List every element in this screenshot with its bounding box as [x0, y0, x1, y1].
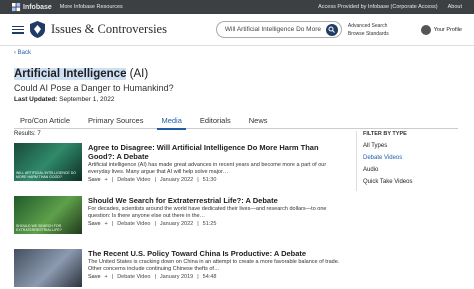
- more-resources-link[interactable]: More Infobase Resources: [60, 4, 123, 10]
- page-subtitle: Could AI Pose a Danger to Humankind?: [14, 83, 174, 93]
- search-icon[interactable]: [325, 23, 338, 36]
- page-title-main: Artificial Intelligence: [14, 68, 127, 80]
- item-date: January 2022: [159, 177, 194, 183]
- separator: |: [111, 274, 114, 280]
- access-text: Access Provided by Infobase (Corporate A…: [318, 4, 438, 10]
- item-meta: Save + | Debate Video | January 2022 | 5…: [88, 177, 344, 183]
- plus-icon[interactable]: +: [105, 274, 108, 280]
- user-icon: [420, 24, 431, 35]
- filter-heading: FILTER BY TYPE: [363, 131, 407, 137]
- tab-news[interactable]: News: [243, 115, 274, 129]
- filter-all-types[interactable]: All Types: [363, 143, 458, 149]
- last-updated: Last Updated: September 1, 2022: [14, 96, 174, 103]
- hamburger-menu-icon[interactable]: [12, 24, 24, 36]
- video-thumbnail[interactable]: SHOULD WE SEARCH FOR EXTRATERRESTRIAL LI…: [14, 196, 82, 234]
- item-date: January 2022: [159, 221, 194, 227]
- item-date: January 2019: [159, 274, 194, 280]
- item-description: Artificial intelligence (AI) has made gr…: [88, 162, 327, 175]
- item-meta: Save + | Debate Video | January 2022 | 5…: [88, 221, 344, 227]
- last-updated-value: September 1, 2022: [57, 96, 115, 103]
- save-button[interactable]: Save: [88, 177, 101, 183]
- page-title-abbr: (AI): [126, 68, 149, 80]
- separator: |: [154, 177, 156, 183]
- content-tabs: Pro/Con Article Primary Sources Media Ed…: [14, 115, 458, 130]
- item-duration: 51:30: [202, 177, 217, 183]
- filter-sidebar: FILTER BY TYPE All Types Debate Videos A…: [356, 131, 458, 191]
- item-title-link[interactable]: Agree to Disagree: Will Artificial Intel…: [88, 143, 344, 161]
- filter-audio[interactable]: Audio: [363, 167, 458, 173]
- plus-icon[interactable]: +: [105, 221, 108, 227]
- item-info: The Recent U.S. Policy Toward China Is P…: [88, 249, 344, 289]
- infobase-logo[interactable]: Infobase: [12, 2, 52, 12]
- about-link[interactable]: About: [448, 4, 462, 10]
- video-thumbnail[interactable]: [14, 249, 82, 287]
- thumbnail-caption: SHOULD WE SEARCH FOR EXTRATERRESTRIAL LI…: [16, 224, 62, 232]
- profile-button[interactable]: Your Profile: [420, 24, 462, 35]
- infobase-logo-icon: [12, 2, 21, 11]
- site-header: Issues & Controversies Will Artificial I…: [0, 14, 474, 46]
- results-list: WILL ARTIFICIAL INTELLIGENCE DO MORE HAR…: [14, 143, 344, 289]
- search-input[interactable]: Will Artificial Intelligence Do More: [215, 21, 342, 38]
- brand-name: Infobase: [23, 3, 52, 11]
- results-count: Results: 7: [14, 131, 41, 137]
- thumbnail-caption: WILL ARTIFICIAL INTELLIGENCE DO MORE HAR…: [16, 171, 76, 179]
- item-duration: 51:25: [202, 221, 217, 227]
- topbar-right: Access Provided by Infobase (Corporate A…: [318, 4, 462, 10]
- search-links: Advanced Search Browse Standards: [348, 22, 389, 38]
- item-type: Debate Video: [117, 274, 151, 280]
- item-info: Should We Search for Extraterrestrial Li…: [88, 196, 344, 240]
- separator: |: [197, 221, 199, 227]
- list-item: The Recent U.S. Policy Toward China Is P…: [14, 249, 344, 289]
- item-description: The United States is cracking down on Ch…: [88, 259, 340, 272]
- item-title-link[interactable]: The Recent U.S. Policy Toward China Is P…: [88, 249, 344, 258]
- item-meta: Save + | Debate Video | January 2019 | 5…: [88, 274, 344, 280]
- item-info: Agree to Disagree: Will Artificial Intel…: [88, 143, 344, 187]
- profile-label: Your Profile: [433, 26, 462, 33]
- list-item: WILL ARTIFICIAL INTELLIGENCE DO MORE HAR…: [14, 143, 344, 187]
- search-area: Will Artificial Intelligence Do More Adv…: [215, 21, 389, 38]
- plus-icon[interactable]: +: [105, 177, 108, 183]
- browse-standards-link[interactable]: Browse Standards: [348, 30, 389, 38]
- tab-editorials[interactable]: Editorials: [194, 115, 237, 129]
- list-item: SHOULD WE SEARCH FOR EXTRATERRESTRIAL LI…: [14, 196, 344, 240]
- topic-header: Artificial Intelligence (AI) Could AI Po…: [14, 68, 174, 103]
- tab-pro-con-article[interactable]: Pro/Con Article: [14, 115, 76, 129]
- separator: |: [154, 221, 156, 227]
- last-updated-label: Last Updated:: [14, 96, 58, 103]
- item-duration: 54:48: [202, 274, 217, 280]
- item-type: Debate Video: [117, 177, 151, 183]
- filter-quick-take-videos[interactable]: Quick Take Videos: [363, 179, 458, 185]
- video-thumbnail[interactable]: WILL ARTIFICIAL INTELLIGENCE DO MORE HAR…: [14, 143, 82, 181]
- separator: |: [197, 274, 199, 280]
- shield-logo-icon[interactable]: [30, 21, 45, 38]
- separator: |: [197, 177, 199, 183]
- tab-primary-sources[interactable]: Primary Sources: [82, 115, 149, 129]
- app-frame: Infobase More Infobase Resources Access …: [0, 0, 474, 289]
- separator: |: [111, 221, 114, 227]
- back-link[interactable]: ‹ Back: [14, 50, 31, 56]
- save-button[interactable]: Save: [88, 221, 101, 227]
- tab-media[interactable]: Media: [155, 115, 187, 130]
- item-description: For decades, scientists around the world…: [88, 206, 327, 219]
- filter-debate-videos[interactable]: Debate Videos: [363, 155, 458, 161]
- separator: |: [111, 177, 114, 183]
- site-title[interactable]: Issues & Controversies: [51, 22, 167, 37]
- advanced-search-link[interactable]: Advanced Search: [348, 22, 389, 30]
- item-title-link[interactable]: Should We Search for Extraterrestrial Li…: [88, 196, 344, 205]
- top-bar: Infobase More Infobase Resources Access …: [0, 0, 474, 14]
- separator: |: [154, 274, 156, 280]
- item-type: Debate Video: [117, 221, 151, 227]
- save-button[interactable]: Save: [88, 274, 101, 280]
- page-title: Artificial Intelligence (AI): [14, 68, 174, 80]
- search-input-value: Will Artificial Intelligence Do More: [224, 26, 321, 33]
- back-label: Back: [17, 50, 32, 56]
